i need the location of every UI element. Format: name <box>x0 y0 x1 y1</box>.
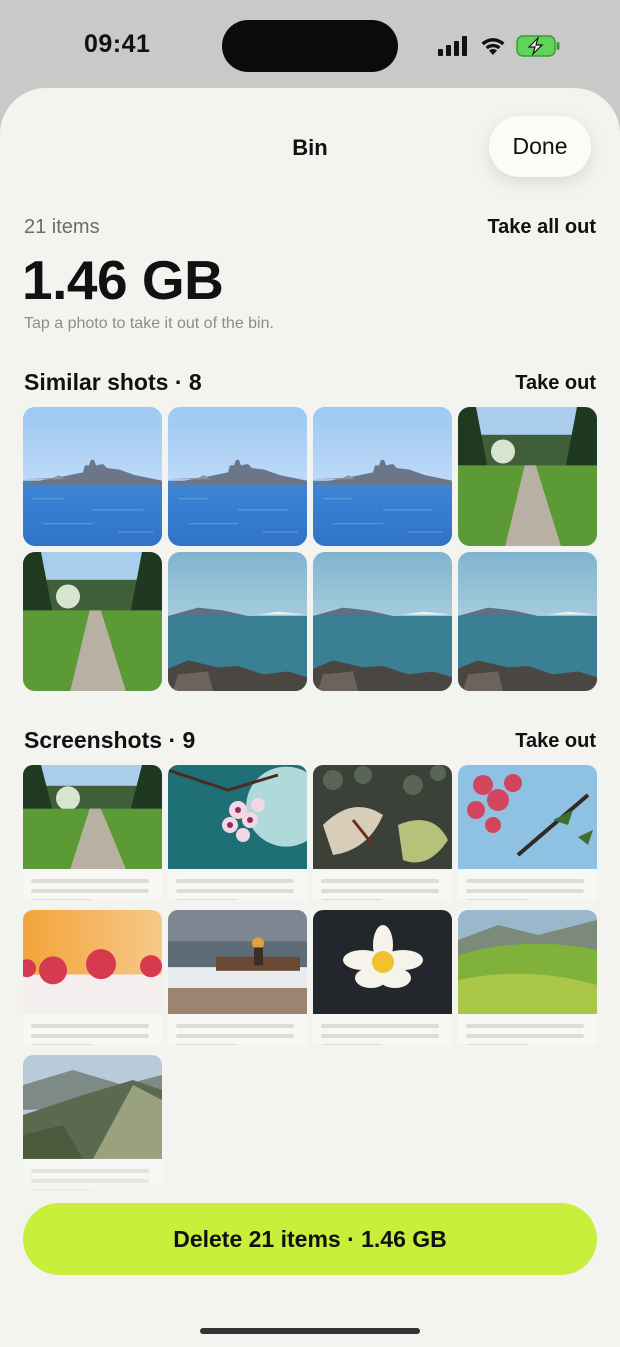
section-title-screenshots: Screenshots · 9 <box>24 727 196 753</box>
items-count: 21 items <box>24 216 100 238</box>
bin-sheet: Bin Done 21 items Take all out 1.46 GB T… <box>0 88 620 1347</box>
screenshot-thumbnail-water-lily[interactable] <box>313 910 452 1045</box>
status-icons <box>438 34 560 58</box>
photo-thumbnail-city-skyline[interactable] <box>23 407 162 546</box>
cellular-signal-icon <box>438 36 467 56</box>
photo-thumbnail-coast-bay[interactable] <box>313 552 452 691</box>
take-all-out-button[interactable]: Take all out <box>487 216 596 239</box>
home-indicator <box>200 1328 420 1334</box>
photo-thumbnail-coast-bay[interactable] <box>168 552 307 691</box>
delete-all-button[interactable]: Delete 21 items · 1.46 GB <box>23 1203 597 1275</box>
take-out-similar-shots-button[interactable]: Take out <box>515 372 596 395</box>
screenshots-grid <box>23 765 597 1190</box>
screenshot-thumbnail-raspberries[interactable] <box>23 910 162 1045</box>
screenshot-thumbnail-lakeside-bench[interactable] <box>168 910 307 1045</box>
screenshot-thumbnail-dried-leaves[interactable] <box>313 765 452 900</box>
similar-shots-grid <box>23 407 597 692</box>
photo-thumbnail-city-skyline[interactable] <box>168 407 307 546</box>
wifi-icon <box>481 38 505 55</box>
total-size: 1.46 GB <box>22 249 224 311</box>
screenshot-thumbnail-red-flowers[interactable] <box>458 765 597 900</box>
screenshot-thumbnail-cherry-blossom[interactable] <box>168 765 307 900</box>
photo-thumbnail-park-path[interactable] <box>458 407 597 546</box>
photo-thumbnail-coast-bay[interactable] <box>458 552 597 691</box>
section-title-similar-shots: Similar shots · 8 <box>24 369 202 395</box>
status-time: 09:41 <box>84 30 151 58</box>
take-out-screenshots-button[interactable]: Take out <box>515 730 596 753</box>
dynamic-island <box>222 20 398 72</box>
screenshot-thumbnail-green-hills[interactable] <box>458 910 597 1045</box>
battery-charging-icon <box>516 35 560 57</box>
status-bar: 09:41 <box>0 0 620 92</box>
photo-thumbnail-park-path[interactable] <box>23 552 162 691</box>
hint-text: Tap a photo to take it out of the bin. <box>24 315 274 332</box>
screenshot-thumbnail-park-path[interactable] <box>23 765 162 900</box>
photo-thumbnail-city-skyline[interactable] <box>313 407 452 546</box>
done-button[interactable]: Done <box>489 116 591 177</box>
